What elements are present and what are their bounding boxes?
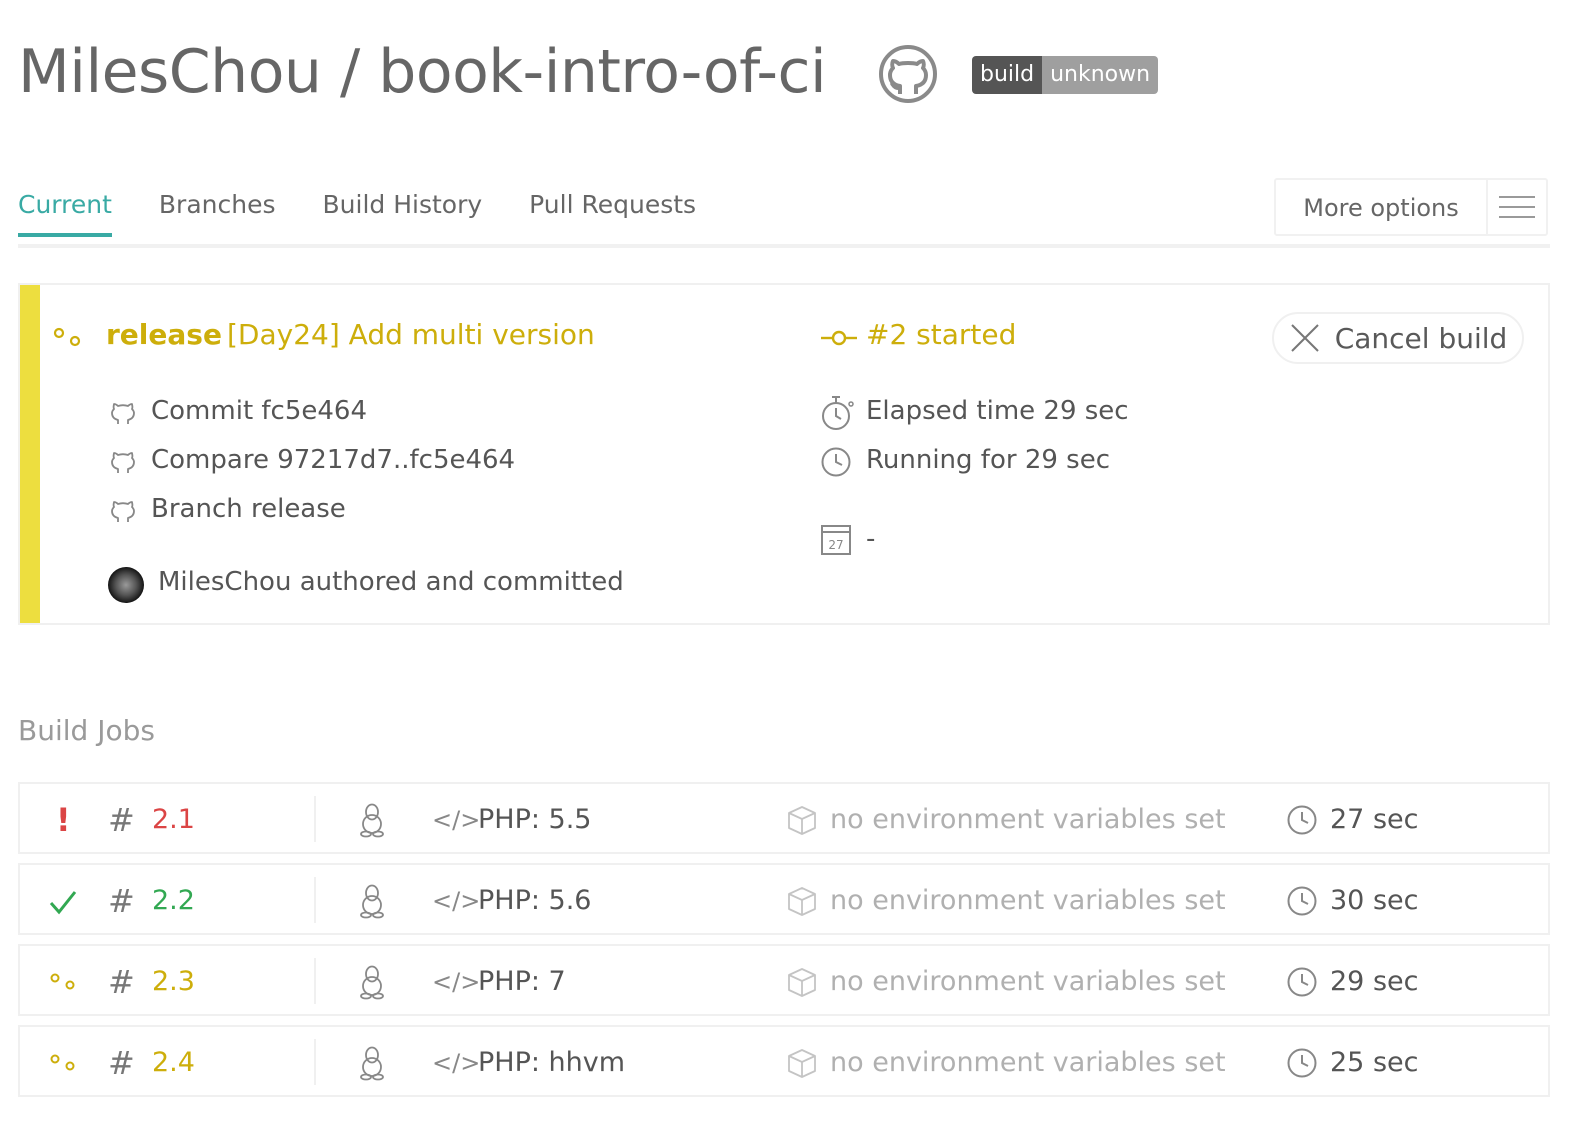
running-time: Running for 29 sec <box>866 445 1111 475</box>
job-duration: 25 sec <box>1330 1047 1419 1078</box>
build-number-status[interactable]: #2 started <box>866 318 1016 351</box>
clock-icon <box>1287 967 1317 997</box>
job-language: PHP: 5.6 <box>478 885 592 916</box>
commit-message: [Day24] Add multi version <box>227 318 595 351</box>
compare-link[interactable]: Compare 97217d7..fc5e464 <box>151 445 515 475</box>
commit-link[interactable]: Commit fc5e464 <box>151 396 367 426</box>
elapsed-time: Elapsed time 29 sec <box>866 396 1129 426</box>
box-icon <box>788 1049 816 1078</box>
linux-icon <box>360 803 384 838</box>
failed-icon: ! <box>56 801 71 839</box>
avatar <box>108 567 144 603</box>
more-options-button[interactable]: More options <box>1274 178 1548 236</box>
job-row[interactable]: # 2.2 </> PHP: 5.6 no environment variab… <box>18 863 1550 935</box>
badge-label: build <box>972 56 1043 94</box>
linux-icon <box>360 1046 384 1081</box>
job-duration: 29 sec <box>1330 966 1419 997</box>
divider <box>314 958 316 1004</box>
build-date: - <box>866 524 876 554</box>
clock-icon <box>821 447 851 477</box>
branch-name[interactable]: release <box>106 318 222 351</box>
dots-icon <box>53 327 81 347</box>
build-status-badge[interactable]: build unknown <box>972 56 1159 94</box>
tab-current[interactable]: Current <box>18 190 112 237</box>
commit-icon <box>821 330 857 346</box>
tab-divider <box>18 244 1550 248</box>
tab-branches[interactable]: Branches <box>159 190 276 237</box>
calendar-icon: 27 <box>821 525 851 555</box>
hash-icon: # <box>108 801 135 839</box>
stopwatch-icon <box>822 396 854 430</box>
github-icon <box>111 403 135 424</box>
tab-bar: Current Branches Build History Pull Requ… <box>18 190 743 237</box>
hamburger-menu-icon[interactable] <box>1486 180 1546 234</box>
job-number[interactable]: 2.4 <box>152 1027 195 1099</box>
github-icon <box>111 452 135 473</box>
hash-icon: # <box>108 963 135 1001</box>
job-duration: 27 sec <box>1330 804 1419 835</box>
code-icon: </> <box>432 887 481 915</box>
clock-icon <box>1287 886 1317 916</box>
job-env: no environment variables set <box>830 1047 1226 1078</box>
job-language: PHP: 7 <box>478 966 566 997</box>
job-language: PHP: hhvm <box>478 1047 626 1078</box>
job-row[interactable]: # 2.4 </> PHP: hhvm no environment varia… <box>18 1025 1550 1097</box>
badge-value: unknown <box>1042 56 1159 94</box>
job-number[interactable]: 2.3 <box>152 946 195 1018</box>
hash-icon: # <box>108 1044 135 1082</box>
build-status-bar <box>20 285 40 623</box>
github-icon <box>111 501 135 522</box>
job-env: no environment variables set <box>830 885 1226 916</box>
more-options-label: More options <box>1303 194 1459 222</box>
branch-link[interactable]: Branch release <box>151 494 346 524</box>
author-line: MilesChou authored and committed <box>158 567 624 597</box>
box-icon <box>788 806 816 835</box>
clock-icon <box>1287 805 1317 835</box>
hash-icon: # <box>108 882 135 920</box>
job-env: no environment variables set <box>830 966 1226 997</box>
box-icon <box>788 887 816 916</box>
build-jobs-title: Build Jobs <box>18 714 155 747</box>
divider <box>314 1039 316 1085</box>
close-icon <box>1290 324 1319 352</box>
tab-pull-requests[interactable]: Pull Requests <box>529 190 696 237</box>
dots-icon <box>50 973 75 990</box>
job-row[interactable]: ! # 2.1 </> PHP: 5.5 no environment vari… <box>18 782 1550 854</box>
box-icon <box>788 968 816 997</box>
job-number[interactable]: 2.2 <box>152 865 195 937</box>
divider <box>314 877 316 923</box>
divider <box>314 796 316 842</box>
job-duration: 30 sec <box>1330 885 1419 916</box>
cancel-build-button[interactable]: Cancel build <box>1272 312 1524 364</box>
code-icon: </> <box>432 806 481 834</box>
checkmark-icon <box>49 891 77 915</box>
job-row[interactable]: # 2.3 </> PHP: 7 no environment variable… <box>18 944 1550 1016</box>
job-language: PHP: 5.5 <box>478 804 592 835</box>
repo-title[interactable]: MilesChou / book-intro-of-ci <box>18 32 827 112</box>
tab-build-history[interactable]: Build History <box>323 190 483 237</box>
job-number[interactable]: 2.1 <box>152 784 195 856</box>
code-icon: </> <box>432 968 481 996</box>
dots-icon <box>50 1054 75 1071</box>
clock-icon <box>1287 1048 1317 1078</box>
linux-icon <box>360 965 384 1000</box>
job-env: no environment variables set <box>830 804 1226 835</box>
linux-icon <box>360 884 384 919</box>
github-icon[interactable] <box>878 44 938 104</box>
cancel-build-label: Cancel build <box>1334 321 1508 355</box>
calendar-day: 27 <box>828 538 843 552</box>
code-icon: </> <box>432 1049 481 1077</box>
